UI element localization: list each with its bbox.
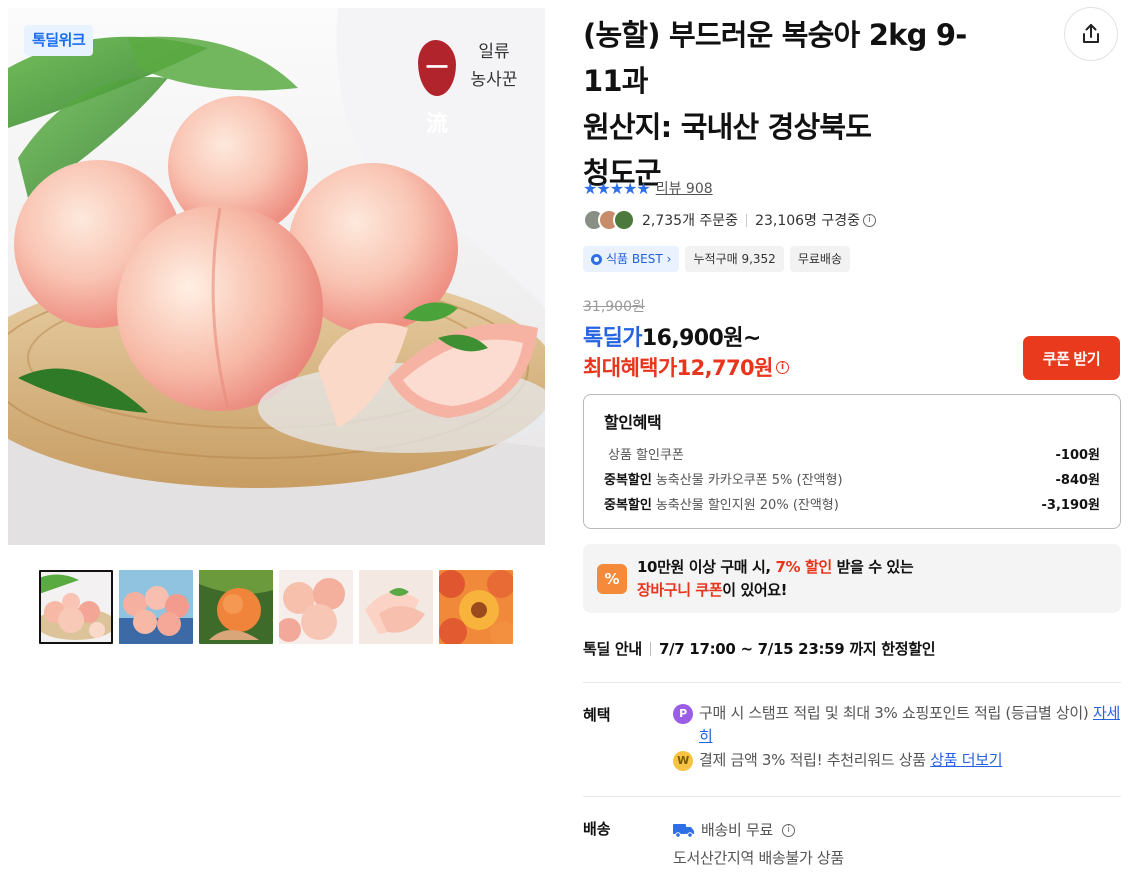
percent-icon: % <box>597 563 627 594</box>
discount-prefix: 중복할인 <box>604 498 652 513</box>
benefits-label: 혜택 <box>583 706 611 724</box>
shipping-label: 배송 <box>583 820 611 838</box>
share-button[interactable] <box>1064 7 1118 61</box>
deal-guide-period: 7/7 17:00 ~ 7/15 23:59 까지 한정할인 <box>658 640 936 658</box>
thumbnail-6[interactable] <box>439 570 513 644</box>
thumbnail-1[interactable] <box>39 570 113 644</box>
thumbnail-image <box>39 570 113 644</box>
thumbnail-image <box>119 570 193 644</box>
thumbnail-4[interactable] <box>279 570 353 644</box>
brand-logo: 一流 일류 농사꾼 <box>418 36 528 137</box>
thumbnail-image <box>439 570 513 644</box>
discount-amount: -3,190원 <box>1041 498 1100 513</box>
benefit-text: 구매 시 스탬프 적립 및 최대 3% 쇼핑포인트 적립 (등급별 상이) <box>699 704 1093 722</box>
discount-row: 상품 할인쿠폰 -100원 <box>604 443 1100 468</box>
chevron-right-icon: › <box>666 252 672 266</box>
banner-highlight: 7% 할인 <box>775 557 832 576</box>
max-benefit-label: 최대혜택가 <box>583 356 677 380</box>
social-proof: 2,735개 주문중 23,106명 구경중 i <box>583 209 877 231</box>
buyer-avatars <box>583 209 635 231</box>
thumbnail-2[interactable] <box>119 570 193 644</box>
deal-week-badge: 톡딜위크 <box>24 25 94 56</box>
discount-heading: 할인혜택 <box>604 413 662 432</box>
benefit-item: P 구매 시 스탬프 적립 및 최대 3% 쇼핑포인트 적립 (등급별 상이) … <box>673 702 1123 748</box>
banner-text: 이 있어요! <box>722 580 788 599</box>
cumulative-purchase-tag: 누적구매 9,352 <box>685 246 784 272</box>
rating-stars: ★★★★★ <box>583 178 651 198</box>
more-products-link[interactable]: 상품 더보기 <box>930 751 1002 769</box>
share-icon <box>1083 24 1099 43</box>
thumbnail-3[interactable] <box>199 570 273 644</box>
best-tag-label: 식품 BEST <box>606 252 663 266</box>
tag-row: 식품 BEST › 누적구매 9,352 무료배송 <box>583 246 850 272</box>
avatar <box>613 209 635 231</box>
get-coupon-button[interactable]: 쿠폰 받기 <box>1023 336 1120 380</box>
shipping-info: 배송비 무료 i 도서산간지역 배송불가 상품 <box>673 816 844 872</box>
discount-label: 농축산물 할인지원 20% (잔액형) <box>655 498 839 513</box>
discount-details: 할인혜택 상품 할인쿠폰 -100원 중복할인 농축산물 카카오쿠폰 5% (잔액… <box>583 394 1121 529</box>
point-coin-icon: P <box>673 704 693 724</box>
best-badge-icon <box>591 253 602 265</box>
shipping-note: 도서산간지역 배송불가 상품 <box>673 849 844 867</box>
divider <box>649 641 651 656</box>
thumbnail-strip <box>39 570 513 646</box>
deal-price-value: 16,900원~ <box>641 326 761 351</box>
discount-amount: -840원 <box>1055 473 1101 488</box>
divider <box>746 213 748 227</box>
discount-label: 농축산물 카카오쿠폰 5% (잔액형) <box>655 473 843 488</box>
benefit-item: W 결제 금액 3% 적립! 추천리워드 상품 상품 더보기 <box>673 749 1123 772</box>
deal-guide-label: 톡딜 안내 <box>583 640 642 658</box>
original-price: 31,900원 <box>583 299 645 315</box>
max-benefit-price: 최대혜택가 12,770원 i <box>583 352 789 382</box>
truck-icon <box>673 824 694 838</box>
info-icon[interactable]: i <box>781 823 795 837</box>
thumbnail-image <box>199 570 273 644</box>
free-shipping-tag: 무료배송 <box>789 246 850 272</box>
reward-coin-icon: W <box>673 751 693 771</box>
benefits-list: P 구매 시 스탬프 적립 및 최대 3% 쇼핑포인트 적립 (등급별 상이) … <box>673 702 1123 773</box>
cart-coupon-banner[interactable]: % 10만원 이상 구매 시, 7% 할인 받을 수 있는 장바구니 쿠폰이 있… <box>583 544 1121 613</box>
viewer-count: 23,106명 구경중 <box>755 213 861 229</box>
shipping-fee-row: 배송비 무료 i <box>673 816 844 844</box>
order-count: 2,735개 주문중 <box>642 213 739 229</box>
discount-prefix: 중복할인 <box>604 473 652 488</box>
banner-highlight: 장바구니 쿠폰 <box>637 580 723 599</box>
product-main-image[interactable]: 톡딜위크 一流 일류 농사꾼 <box>8 8 545 545</box>
rating-row: ★★★★★ 리뷰 908 <box>583 178 713 198</box>
cart-coupon-text: 10만원 이상 구매 시, 7% 할인 받을 수 있는 장바구니 쿠폰이 있어요… <box>637 556 914 602</box>
discount-row: 중복할인 농축산물 할인지원 20% (잔액형) -3,190원 <box>604 493 1100 518</box>
thumbnail-image <box>359 570 433 644</box>
benefit-text: 결제 금액 3% 적립! 추천리워드 상품 <box>699 751 931 769</box>
section-divider <box>583 682 1121 683</box>
deal-guide: 톡딜 안내 7/7 17:00 ~ 7/15 23:59 까지 한정할인 <box>583 638 936 659</box>
discount-row: 중복할인 농축산물 카카오쿠폰 5% (잔액형) -840원 <box>604 468 1100 493</box>
best-tag[interactable]: 식품 BEST › <box>583 246 680 272</box>
banner-text: 받을 수 있는 <box>831 557 914 576</box>
brand-name: 일류 농사꾼 <box>470 42 518 90</box>
product-title: (농할) 부드러운 복숭아 2kg 9- 11과 원산지: 국내산 경상북도 청… <box>583 18 967 190</box>
discount-amount: -100원 <box>1055 448 1101 463</box>
section-divider <box>583 796 1121 797</box>
banner-text: 10만원 이상 구매 시, <box>637 557 776 576</box>
thumbnail-image <box>279 570 353 644</box>
deal-price-label: 톡딜가 <box>583 326 643 351</box>
shipping-fee: 배송비 무료 <box>701 821 773 839</box>
max-benefit-value: 12,770원 <box>676 356 774 380</box>
info-icon[interactable]: i <box>775 360 789 374</box>
review-link[interactable]: 리뷰 908 <box>656 178 713 198</box>
brand-seal-icon: 一流 <box>418 40 456 137</box>
thumbnail-5[interactable] <box>359 570 433 644</box>
discount-label: 상품 할인쿠폰 <box>608 448 684 463</box>
deal-price: 톡딜가16,900원~ <box>583 320 761 352</box>
info-icon[interactable]: i <box>863 213 877 227</box>
